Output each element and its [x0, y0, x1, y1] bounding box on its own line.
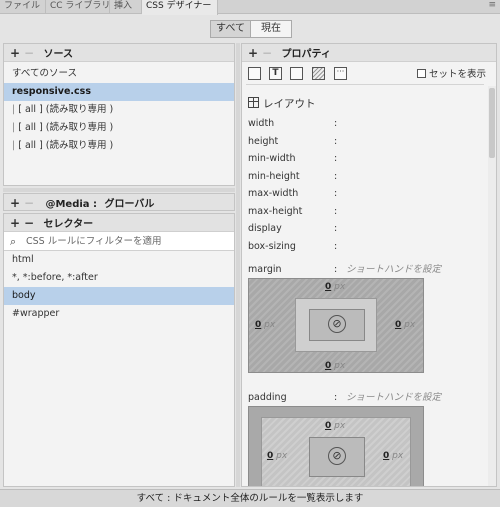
source-item-media[interactable]: | [ all ] (読み取り専用 ): [4, 101, 234, 119]
property-name: min-height: [248, 170, 300, 182]
background-category-icon[interactable]: [312, 67, 325, 80]
property-height[interactable]: height:: [248, 133, 448, 151]
property-name: display: [248, 223, 282, 234]
selectors-title: セレクター: [43, 219, 94, 230]
tab-insert[interactable]: 挿入: [110, 0, 142, 14]
tab-label: 挿入: [114, 1, 133, 11]
property-min-height[interactable]: min-height:: [248, 168, 448, 186]
tab-css-designer[interactable]: CSS デザイナー: [142, 0, 218, 15]
padding-left-value[interactable]: 0 px: [267, 451, 287, 461]
text-category-icon[interactable]: T: [269, 67, 282, 80]
margin-bottom-value[interactable]: 0 px: [325, 361, 345, 371]
tab-cc-libraries[interactable]: CC ライブラリ: [46, 0, 110, 14]
media-value: グローバル: [104, 199, 155, 210]
tab-label: CC ライブラリ: [50, 1, 111, 11]
margin-box-editor: ⊘ 0 px 0 px 0 px 0 px: [248, 278, 424, 373]
link-values-icon[interactable]: ⊘: [328, 447, 346, 465]
selector-item[interactable]: #wrapper: [4, 305, 234, 323]
padding-top-value[interactable]: 0 px: [325, 421, 345, 431]
margin-top-value[interactable]: 0 px: [325, 282, 345, 292]
layout-category-icon[interactable]: [248, 67, 261, 80]
layout-section-title: レイアウト: [263, 98, 316, 110]
add-source-button[interactable]: +: [8, 44, 22, 62]
selector-item-selected[interactable]: body: [4, 287, 234, 305]
source-item-media[interactable]: | [ all ] (読み取り専用 ): [4, 137, 234, 155]
selector-item[interactable]: *, *:before, *:after: [4, 269, 234, 287]
padding-right-value[interactable]: 0 px: [383, 451, 403, 461]
remove-media-button[interactable]: −: [22, 194, 36, 212]
shorthand-hint: ショートハンドを設定: [346, 392, 442, 403]
property-max-height[interactable]: max-height:: [248, 203, 448, 221]
media-header: + − @Media : グローバル: [3, 193, 235, 211]
panel-tab-bar: ファイル CC ライブラリ 挿入 CSS デザイナー ≡: [0, 0, 500, 15]
margin-left-value[interactable]: 0 px: [255, 320, 275, 330]
panel-menu-icon[interactable]: ≡: [488, 0, 496, 10]
media-label: @Media :: [45, 199, 98, 210]
splitter[interactable]: [3, 188, 235, 192]
remove-source-button[interactable]: −: [22, 44, 36, 62]
padding-box-editor: ⊘ 0 px 0 px 0 px: [248, 406, 424, 486]
checkbox-icon[interactable]: [416, 69, 426, 78]
layout-section-icon: [248, 97, 259, 108]
selector-item[interactable]: html: [4, 251, 234, 269]
property-name: padding: [248, 392, 287, 403]
mode-current-button[interactable]: 現在: [251, 21, 291, 37]
show-set-label: セットを表示: [428, 69, 486, 80]
border-category-icon[interactable]: [290, 67, 303, 80]
source-item-label: [ all ] (読み取り専用 ): [18, 140, 114, 151]
selector-filter-input[interactable]: ⌕ CSS ルールにフィルターを適用: [4, 232, 234, 251]
property-min-width[interactable]: min-width:: [248, 150, 448, 168]
remove-property-button[interactable]: −: [260, 44, 274, 62]
add-property-button[interactable]: +: [246, 44, 260, 62]
property-max-width[interactable]: max-width:: [248, 185, 448, 203]
properties-title: プロパティ: [281, 49, 331, 60]
properties-header: + − プロパティ: [242, 44, 496, 62]
mode-toggle: すべて 現在: [210, 20, 292, 38]
property-name: width: [248, 118, 275, 129]
property-box-sizing[interactable]: box-sizing:: [248, 238, 448, 256]
source-item-label: [ all ] (読み取り専用 ): [18, 122, 114, 133]
sources-header: + − ソース: [4, 44, 234, 62]
property-name: max-height: [248, 205, 303, 217]
property-padding[interactable]: padding: ショートハンドを設定: [248, 389, 488, 407]
source-item-all[interactable]: すべてのソース: [4, 65, 234, 83]
shorthand-hint: ショートハンドを設定: [346, 264, 442, 275]
column-splitter[interactable]: [236, 43, 240, 487]
scrollbar-thumb[interactable]: [489, 88, 495, 158]
property-name: margin: [248, 264, 282, 275]
tab-label: ファイル: [4, 1, 41, 11]
properties-panel: + − プロパティ T ··· セットを表示 レイアウト width: heigh…: [241, 43, 497, 487]
remove-selector-button[interactable]: −: [22, 214, 36, 232]
property-name: height: [248, 135, 279, 147]
property-margin[interactable]: margin: ショートハンドを設定: [248, 261, 488, 279]
source-item-responsive[interactable]: responsive.css: [4, 83, 234, 101]
show-set-toggle[interactable]: セットを表示: [416, 66, 486, 80]
property-name: min-width: [248, 153, 296, 164]
status-bar: すべて : ドキュメント全体のルールを一覧表示します: [0, 489, 500, 507]
properties-scrollbar[interactable]: [488, 86, 496, 486]
search-icon: ⌕: [10, 235, 17, 248]
layout-properties: width: height: min-width: min-height: ma…: [248, 115, 448, 255]
add-media-button[interactable]: +: [8, 194, 22, 212]
mode-all-button[interactable]: すべて: [211, 21, 251, 37]
sources-panel: + − ソース すべてのソース responsive.css | [ all ] …: [3, 43, 235, 186]
property-display[interactable]: display:: [248, 220, 448, 238]
selectors-header: + − セレクター: [4, 214, 234, 232]
sources-title: ソース: [43, 49, 73, 60]
selectors-panel: + − セレクター ⌕ CSS ルールにフィルターを適用 html *, *:be…: [3, 213, 235, 487]
property-name: box-sizing: [248, 240, 296, 252]
add-selector-button[interactable]: +: [8, 214, 22, 232]
margin-right-value[interactable]: 0 px: [395, 320, 415, 330]
layout-section-heading: レイアウト: [248, 96, 316, 111]
tab-label: CSS デザイナー: [146, 1, 212, 11]
property-width[interactable]: width:: [248, 115, 448, 133]
link-values-icon[interactable]: ⊘: [328, 315, 346, 333]
filter-placeholder: CSS ルールにフィルターを適用: [26, 236, 162, 247]
tab-files[interactable]: ファイル: [0, 0, 46, 14]
source-item-media[interactable]: | [ all ] (読み取り専用 ): [4, 119, 234, 137]
source-item-label: [ all ] (読み取り専用 ): [18, 104, 114, 115]
property-category-bar: T ··· セットを表示: [242, 62, 496, 84]
property-name: max-width: [248, 188, 299, 199]
more-category-icon[interactable]: ···: [334, 67, 347, 80]
